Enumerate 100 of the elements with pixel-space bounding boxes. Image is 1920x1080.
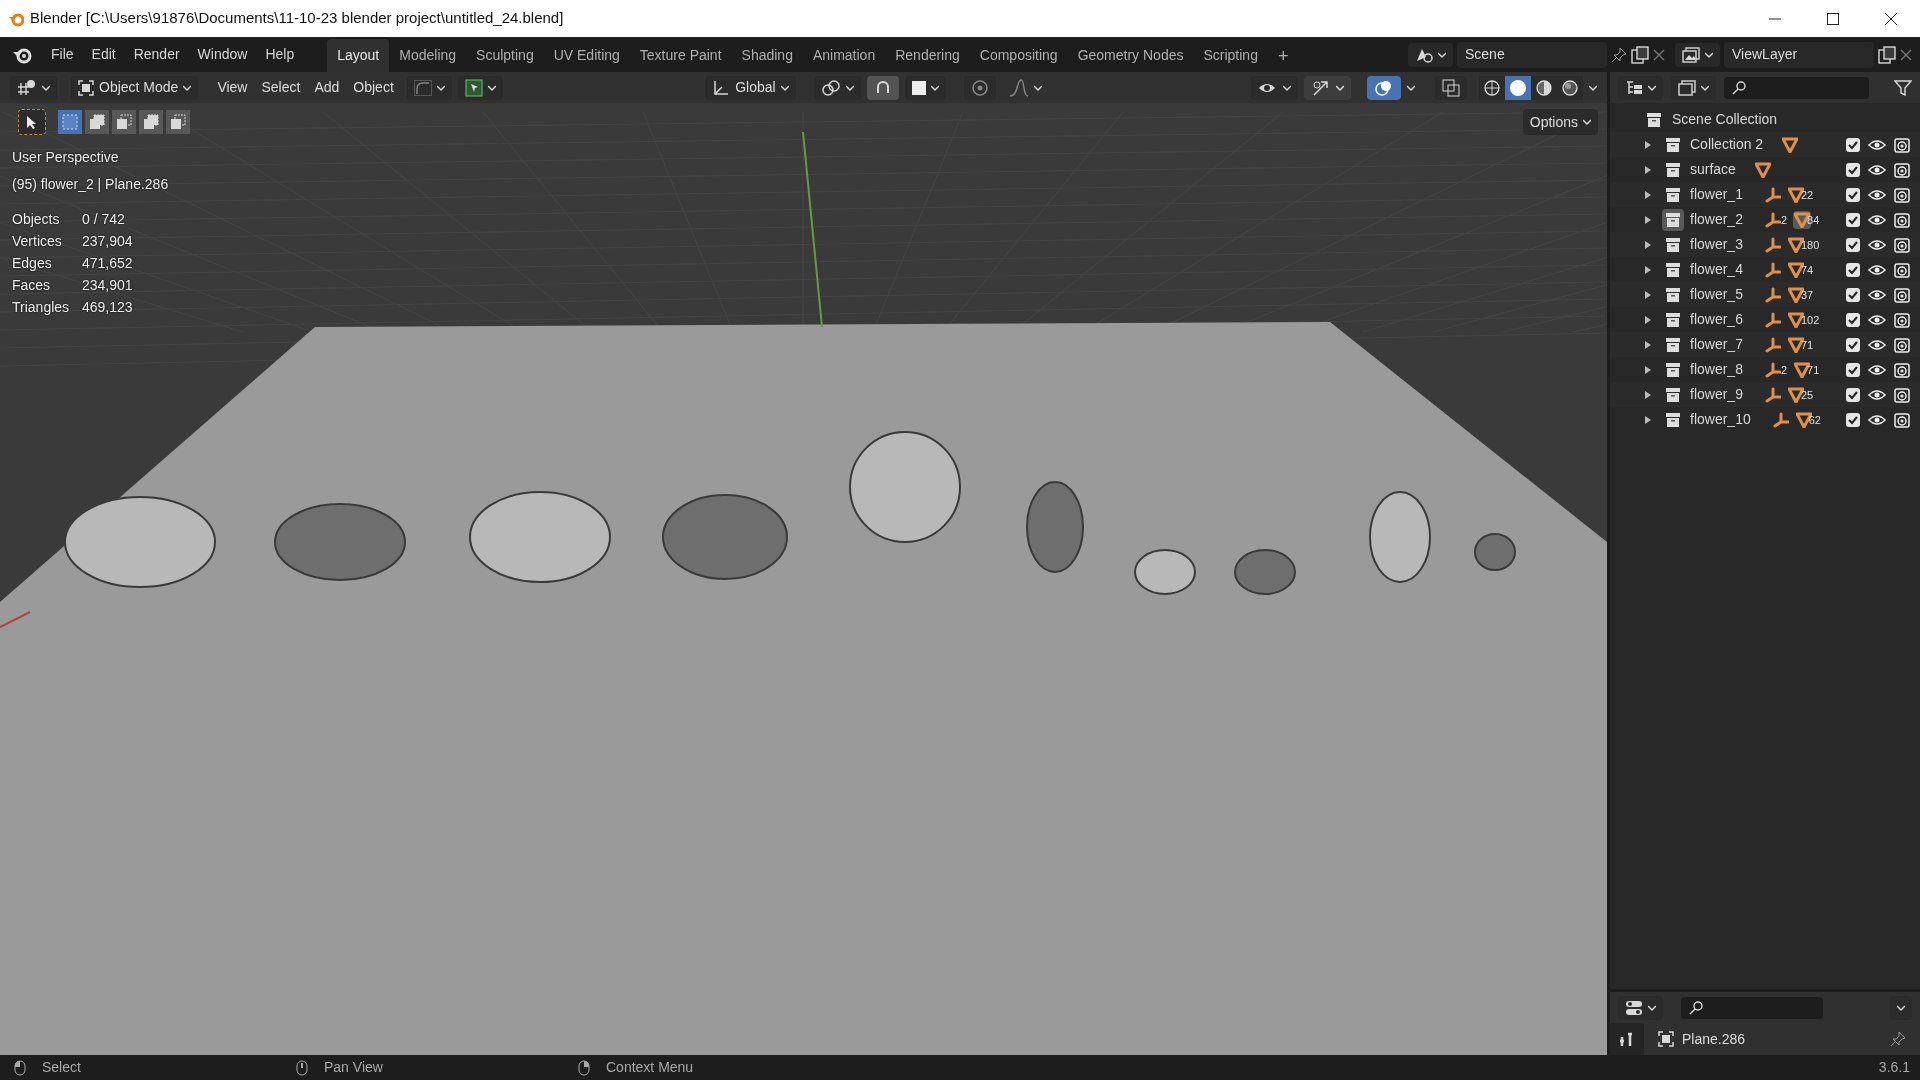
collection-icon[interactable] <box>1665 411 1681 428</box>
collection-icon[interactable] <box>1665 261 1681 278</box>
armature-icon[interactable] <box>1764 261 1781 278</box>
viewport-menu[interactable]: Add <box>307 75 347 100</box>
armature-icon[interactable] <box>1764 186 1781 203</box>
exclude-checkbox[interactable] <box>1846 187 1860 202</box>
collection-name[interactable]: flower_10 <box>1690 409 1751 430</box>
camera-icon[interactable] <box>1894 361 1910 378</box>
transform-affect-button[interactable] <box>406 75 452 100</box>
eye-icon[interactable] <box>1868 237 1886 252</box>
collection-name[interactable]: flower_8 <box>1690 359 1743 380</box>
collection-icon[interactable] <box>1665 336 1681 353</box>
filter-button[interactable] <box>1671 75 1716 100</box>
exclude-checkbox[interactable] <box>1846 412 1860 427</box>
search-field[interactable] <box>1681 996 1823 1019</box>
invert-selection-button[interactable] <box>139 110 163 134</box>
camera-icon[interactable] <box>1894 411 1910 428</box>
collection-name[interactable]: flower_1 <box>1690 184 1743 205</box>
collection-icon[interactable] <box>1665 136 1681 153</box>
expand-arrow-icon[interactable] <box>1644 389 1652 400</box>
exclude-checkbox[interactable] <box>1846 162 1860 177</box>
eye-icon[interactable] <box>1868 337 1886 352</box>
armature-icon[interactable] <box>1764 211 1781 228</box>
collection-icon[interactable] <box>1665 361 1681 378</box>
eye-icon[interactable] <box>1868 387 1886 402</box>
view-layer-selector[interactable] <box>1675 42 1720 67</box>
workspace-tab[interactable]: Texture Paint <box>629 39 732 72</box>
proportional-edit-button[interactable] <box>963 75 996 100</box>
exclude-checkbox[interactable] <box>1846 362 1860 377</box>
collection-icon[interactable] <box>1665 161 1681 178</box>
close-icon[interactable] <box>1653 48 1665 61</box>
collection-name[interactable]: Collection 2 <box>1690 134 1764 155</box>
viewport-menu[interactable]: Object <box>346 75 401 100</box>
workspace-tab[interactable]: Shading <box>731 39 803 72</box>
gizmo-button[interactable] <box>1304 75 1351 100</box>
camera-icon[interactable] <box>1894 386 1910 403</box>
expand-arrow-icon[interactable] <box>1644 264 1652 275</box>
expand-arrow-icon[interactable] <box>1644 289 1652 300</box>
eye-icon[interactable] <box>1868 187 1886 202</box>
workspace-tab[interactable]: Compositing <box>969 39 1068 72</box>
exclude-checkbox[interactable] <box>1846 312 1860 327</box>
snap-button[interactable] <box>866 75 899 100</box>
armature-icon[interactable] <box>1764 336 1781 353</box>
overlays-button[interactable] <box>1367 75 1401 100</box>
snap-element-button[interactable] <box>904 75 946 100</box>
collection-icon[interactable] <box>1665 386 1681 403</box>
exclude-checkbox[interactable] <box>1846 387 1860 402</box>
viewport-menu[interactable]: Select <box>254 75 308 100</box>
xray-button[interactable] <box>1435 75 1467 100</box>
wireframe-shading-button[interactable] <box>1479 75 1505 100</box>
collection-icon[interactable] <box>1665 211 1681 228</box>
orientation-dropdown[interactable]: Global <box>705 75 796 100</box>
snap-target-button[interactable] <box>457 75 503 100</box>
camera-icon[interactable] <box>1894 211 1910 228</box>
menu-item[interactable]: Edit <box>82 41 125 68</box>
rendered-shading-button[interactable] <box>1557 75 1583 100</box>
workspace-tab[interactable]: Geometry Nodes <box>1067 39 1194 72</box>
camera-icon[interactable] <box>1894 261 1910 278</box>
new-layer-icon[interactable] <box>1878 45 1896 64</box>
tool-icon[interactable] <box>1619 1031 1635 1047</box>
exclude-checkbox[interactable] <box>1846 212 1860 227</box>
close-icon[interactable] <box>1900 48 1912 61</box>
expand-arrow-icon[interactable] <box>1644 314 1652 325</box>
expand-arrow-icon[interactable] <box>1644 414 1652 425</box>
intersect-selection-button[interactable] <box>166 110 190 134</box>
scene-field[interactable]: Scene <box>1457 41 1607 68</box>
camera-icon[interactable] <box>1894 336 1910 353</box>
eye-icon[interactable] <box>1868 137 1886 152</box>
pin-icon[interactable] <box>1890 1031 1906 1047</box>
armature-icon[interactable] <box>1764 311 1781 328</box>
dropdown-button[interactable] <box>1890 995 1912 1020</box>
new-scene-icon[interactable] <box>1631 45 1649 64</box>
armature-icon[interactable] <box>1764 236 1781 253</box>
editor-type-button[interactable] <box>1618 995 1663 1020</box>
collection-name[interactable]: flower_5 <box>1690 284 1743 305</box>
display-mode-button[interactable] <box>1618 75 1663 100</box>
filter-icon[interactable] <box>1894 79 1912 96</box>
collection-name[interactable]: flower_2 <box>1690 209 1743 230</box>
material-shading-button[interactable] <box>1531 75 1557 100</box>
mesh-icon[interactable] <box>1787 311 1804 328</box>
expand-arrow-icon[interactable] <box>1644 339 1652 350</box>
expand-arrow-icon[interactable] <box>1644 164 1652 175</box>
collection-name[interactable]: flower_4 <box>1690 259 1743 280</box>
workspace-tab[interactable]: Modeling <box>389 39 467 72</box>
mesh-icon[interactable] <box>1754 161 1771 178</box>
expand-arrow-icon[interactable] <box>1644 139 1652 150</box>
expand-arrow-icon[interactable] <box>1644 214 1652 225</box>
editor-type-button[interactable] <box>10 75 57 100</box>
scene-selector[interactable] <box>1408 42 1453 67</box>
camera-icon[interactable] <box>1894 236 1910 253</box>
visibility-button[interactable] <box>1251 75 1298 100</box>
collection-name[interactable]: flower_6 <box>1690 309 1743 330</box>
collection-icon[interactable] <box>1665 286 1681 303</box>
collection-icon[interactable] <box>1665 311 1681 328</box>
workspace-tab[interactable]: Layout <box>327 39 390 72</box>
armature-icon[interactable] <box>1772 411 1789 428</box>
eye-icon[interactable] <box>1868 312 1886 327</box>
workspace-tab[interactable]: Rendering <box>885 39 970 72</box>
collection-name[interactable]: surface <box>1690 159 1736 180</box>
camera-icon[interactable] <box>1894 161 1910 178</box>
